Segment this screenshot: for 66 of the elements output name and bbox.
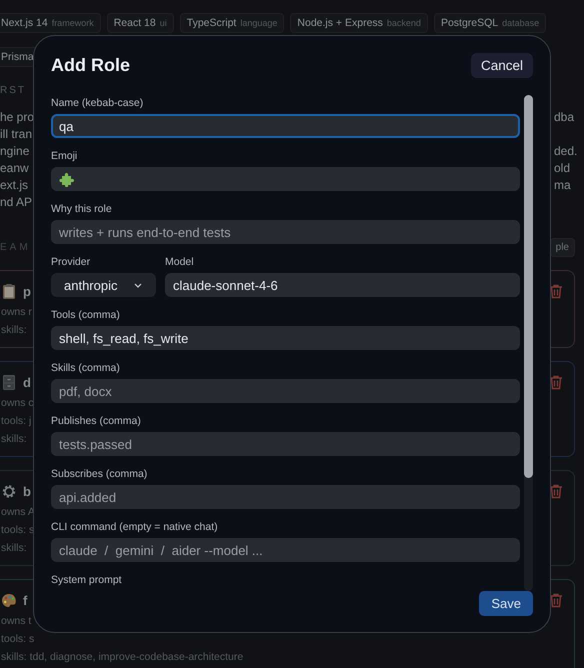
dialog-title: Add Role: [51, 54, 130, 76]
paragraph-text: he pro: [0, 110, 33, 126]
input-field[interactable]: [51, 167, 520, 191]
section-heading: EAM: [0, 242, 31, 252]
section-heading: RST: [0, 85, 27, 96]
trash-icon[interactable]: [548, 592, 564, 608]
scrollbar[interactable]: [524, 95, 533, 591]
field-label: Publishes (comma): [51, 414, 142, 428]
field-label: Provider: [51, 255, 92, 269]
paragraph-text: ded.: [554, 144, 578, 160]
input-field[interactable]: tests.passed: [51, 432, 520, 456]
role-detail: tools: s: [1, 632, 34, 647]
role-detail: skills:: [1, 432, 27, 447]
tech-tag: Node.js + Express backend: [290, 13, 428, 33]
trash-icon[interactable]: [548, 374, 564, 390]
puzzle-icon: [59, 171, 75, 187]
role-icon: [1, 374, 17, 390]
role-icon: [1, 482, 17, 500]
role-detail: skills: tdd, diagnose, improve-codebase-architecture: [1, 650, 244, 665]
role-icon: [1, 282, 17, 300]
role-name: f: [23, 592, 28, 608]
role-detail: tools: j: [1, 414, 32, 429]
role-detail: owns c: [1, 396, 34, 411]
field-label: Skills (comma): [51, 361, 121, 375]
paragraph-text: ma: [554, 178, 572, 194]
paragraph-text: ill tran: [0, 127, 33, 143]
field-label: Subscribes (comma): [51, 467, 148, 481]
paragraph-text: eanw: [0, 161, 30, 177]
role-detail: skills:: [1, 323, 27, 338]
paragraph-text: ext.js: [0, 178, 30, 194]
role-detail: skills:: [1, 541, 27, 556]
paragraph-text: nd AP: [0, 195, 33, 211]
tech-tag: React 18 ui: [106, 13, 174, 33]
trash-icon[interactable]: [548, 483, 564, 499]
tech-tag: Next.js 14 framework: [0, 13, 101, 33]
field-label: System prompt: [51, 573, 123, 587]
cancel-button[interactable]: Cancel: [470, 52, 533, 78]
save-button[interactable]: Save: [479, 591, 533, 616]
field-label: Tools (comma): [51, 308, 121, 322]
input-field[interactable]: writes + runs end-to-end tests: [51, 220, 520, 244]
input-field[interactable]: qa: [51, 114, 520, 138]
scrollbar-thumb[interactable]: [524, 95, 533, 478]
role-name: b: [23, 484, 31, 498]
input-field[interactable]: claude / gemini / aider --model ...: [51, 538, 520, 562]
field-label: Why this role: [51, 202, 113, 216]
paragraph-text: old: [554, 161, 572, 177]
role-name: d: [23, 374, 31, 390]
field-label: Emoji: [51, 149, 78, 163]
paragraph-text: ngine: [0, 144, 30, 160]
trash-icon[interactable]: [548, 283, 564, 299]
chevron-icon: [134, 282, 142, 288]
tech-tag: PostgreSQL database: [434, 13, 546, 33]
input-field[interactable]: api.added: [51, 485, 520, 509]
paragraph-text: dba: [554, 110, 576, 126]
role-detail: owns r: [1, 305, 32, 320]
input-field[interactable]: pdf, docx: [51, 379, 520, 403]
input-field[interactable]: claude-sonnet-4-6: [165, 273, 520, 297]
role-detail: owns t: [1, 614, 32, 629]
role-name: p: [23, 284, 31, 298]
field-label: Name (kebab-case): [51, 96, 144, 110]
input-field[interactable]: shell, fs_read, fs_write: [51, 326, 520, 350]
tech-tag: TypeScript language: [180, 13, 284, 33]
role-icon: [1, 592, 17, 608]
field-label: Model: [165, 255, 195, 269]
provider-select[interactable]: anthropic: [51, 273, 156, 297]
field-label: CLI command (empty = native chat): [51, 520, 219, 534]
